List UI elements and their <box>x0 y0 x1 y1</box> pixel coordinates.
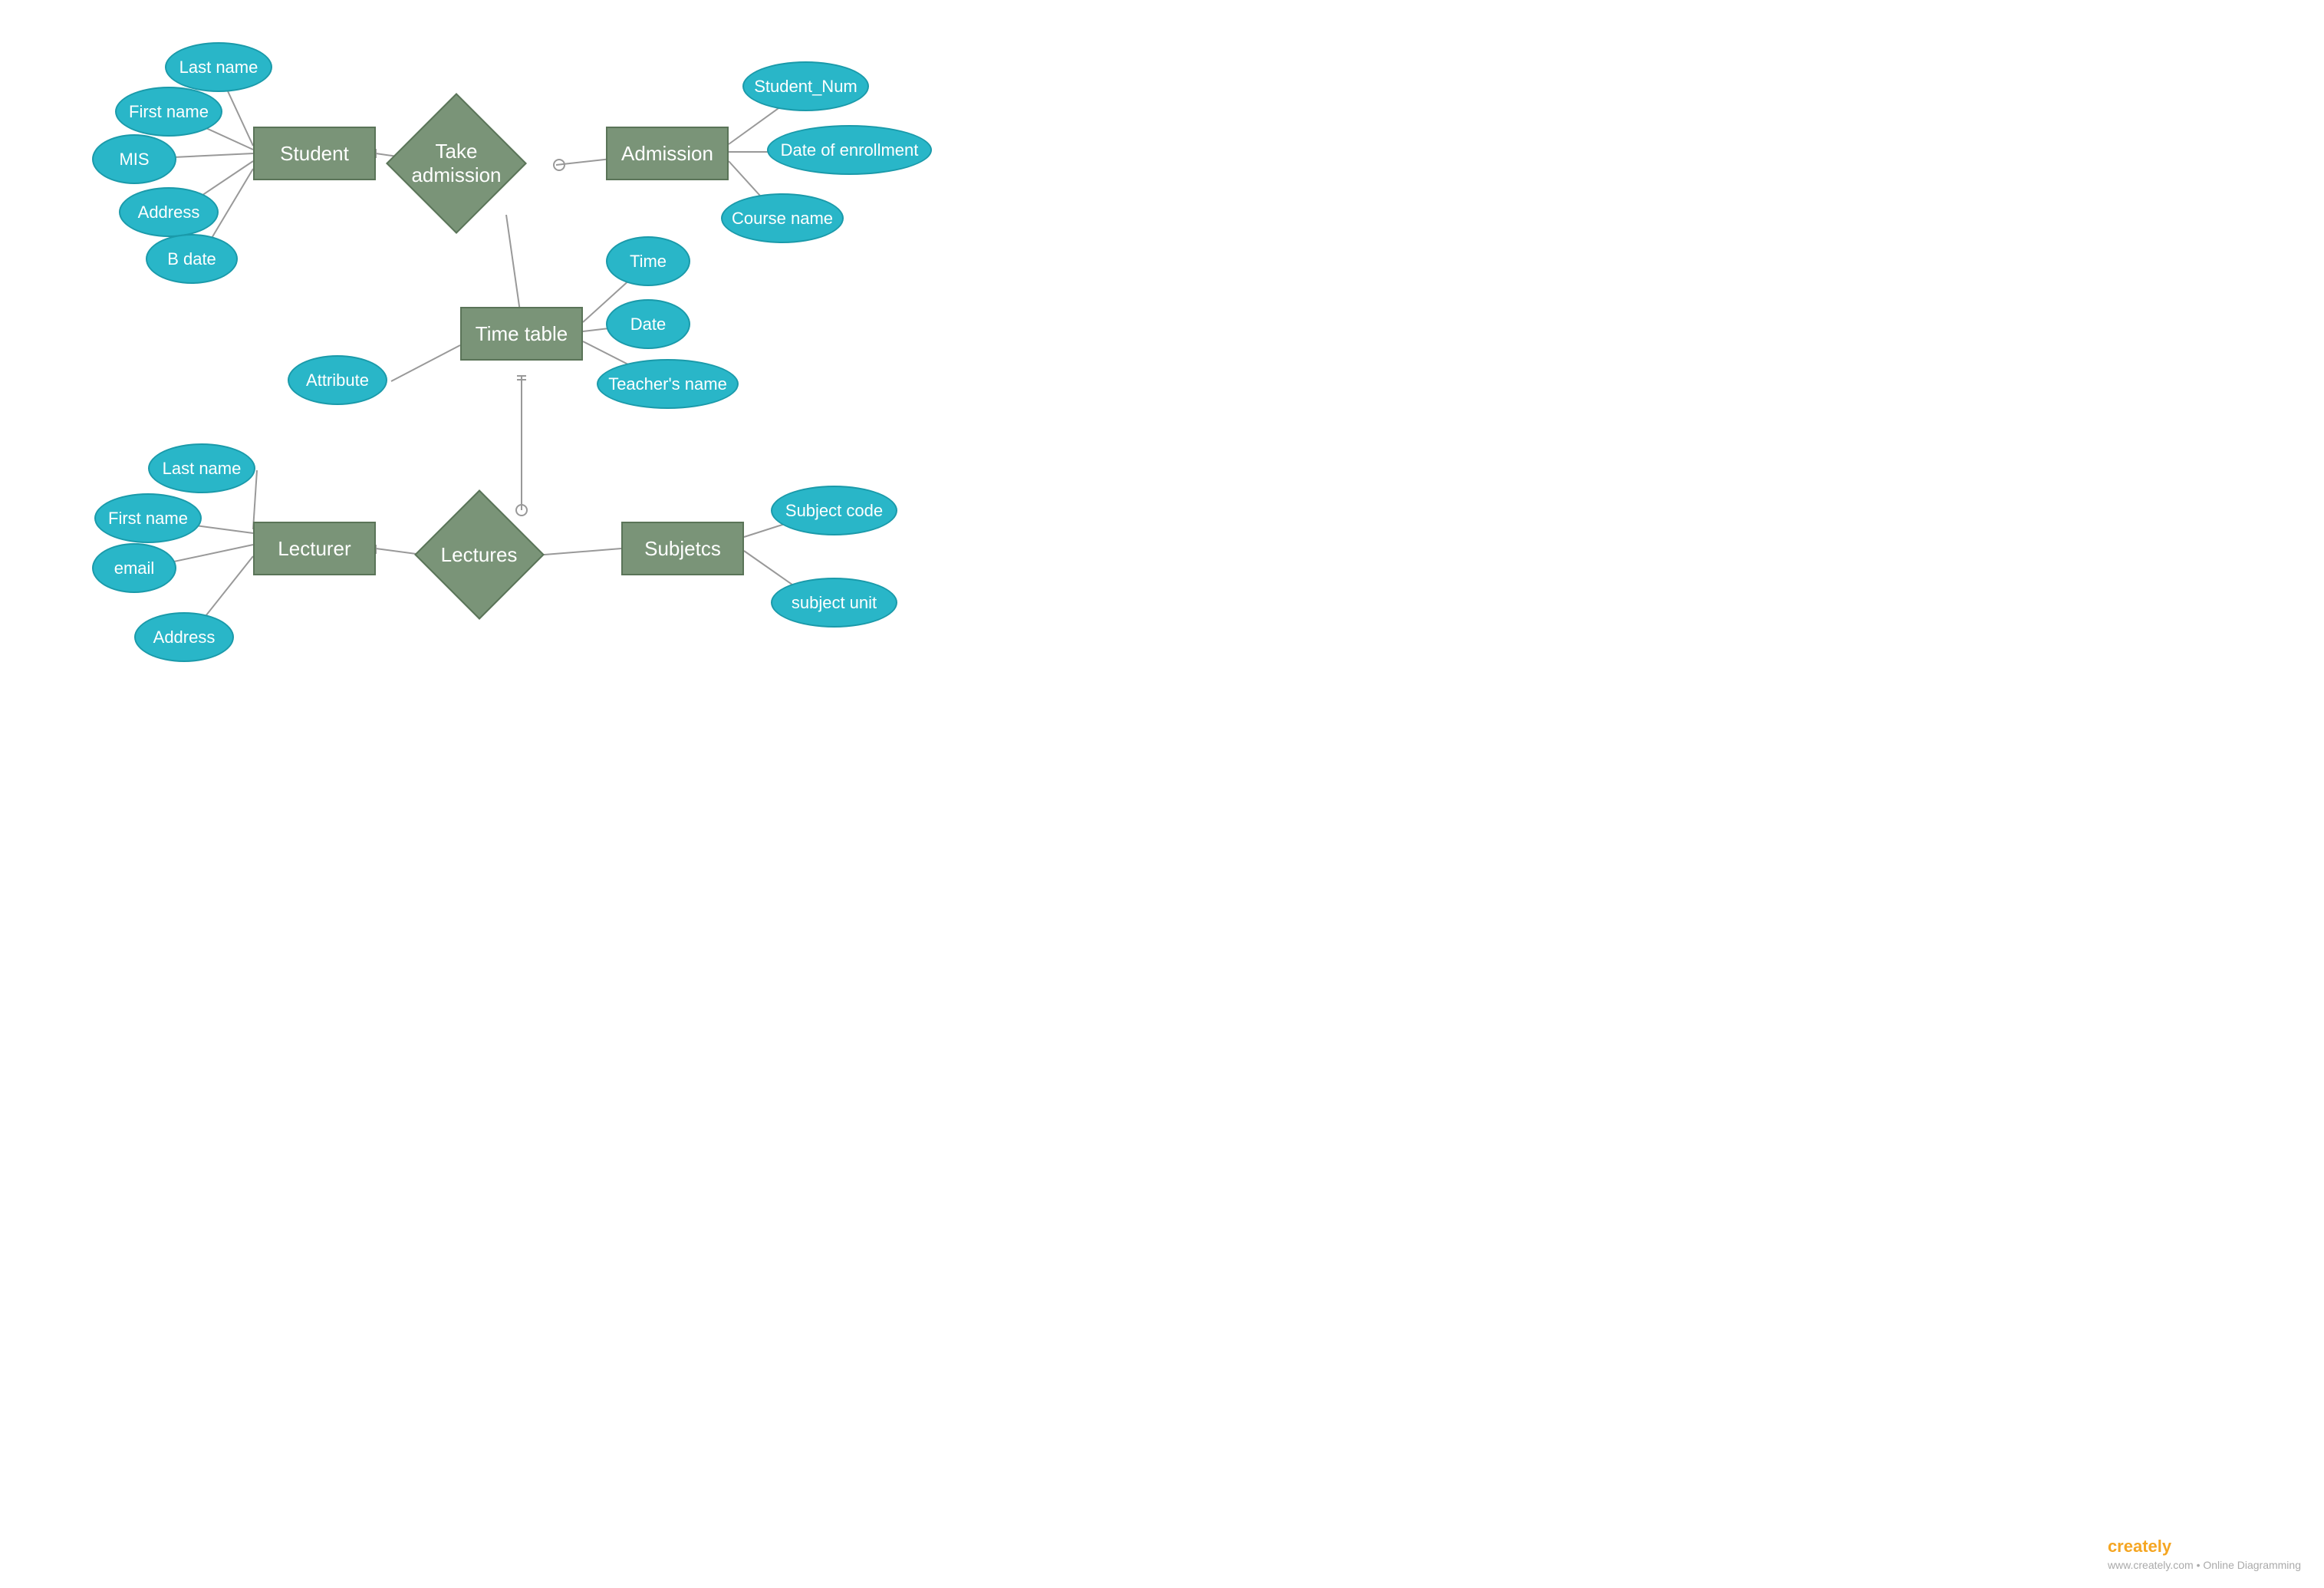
attr-student-mis[interactable]: MIS <box>92 134 176 184</box>
attr-admission-coursename[interactable]: Course name <box>721 193 844 243</box>
attr-student-address[interactable]: Address <box>119 187 219 237</box>
attr-subj-unit[interactable]: subject unit <box>771 578 897 628</box>
attr-admission-studentnum[interactable]: Student_Num <box>742 61 869 111</box>
attr-subj-code[interactable]: Subject code <box>771 486 897 535</box>
attr-lect-email[interactable]: email <box>92 543 176 593</box>
attr-student-firstname[interactable]: First name <box>115 87 222 137</box>
entity-admission[interactable]: Admission <box>606 127 729 180</box>
watermark: creately www.creately.com • Online Diagr… <box>2108 1537 2301 1573</box>
attr-lect-address[interactable]: Address <box>134 612 234 662</box>
attr-tt-date[interactable]: Date <box>606 299 690 349</box>
entity-student[interactable]: Student <box>253 127 376 180</box>
connections-svg <box>0 0 2324 1588</box>
attr-tt-time[interactable]: Time <box>606 236 690 286</box>
attr-tt-teachername[interactable]: Teacher's name <box>597 359 739 409</box>
entity-lectures[interactable]: Lectures <box>414 489 545 620</box>
attr-lect-firstname[interactable]: First name <box>94 493 202 543</box>
entity-subjetcs[interactable]: Subjetcs <box>621 522 744 575</box>
diagram-container: Student Admission Take admission Time ta… <box>0 0 2324 1588</box>
attr-admission-dateenroll[interactable]: Date of enrollment <box>767 125 932 175</box>
entity-lecturer[interactable]: Lecturer <box>253 522 376 575</box>
entity-take-admission[interactable]: Take admission <box>386 93 527 234</box>
attr-student-bdate[interactable]: B date <box>146 234 238 284</box>
attr-student-lastname[interactable]: Last name <box>165 42 272 92</box>
entity-time-table[interactable]: Time table <box>460 307 583 361</box>
attr-lect-lastname[interactable]: Last name <box>148 443 255 493</box>
attr-tt-attribute[interactable]: Attribute <box>288 355 387 405</box>
